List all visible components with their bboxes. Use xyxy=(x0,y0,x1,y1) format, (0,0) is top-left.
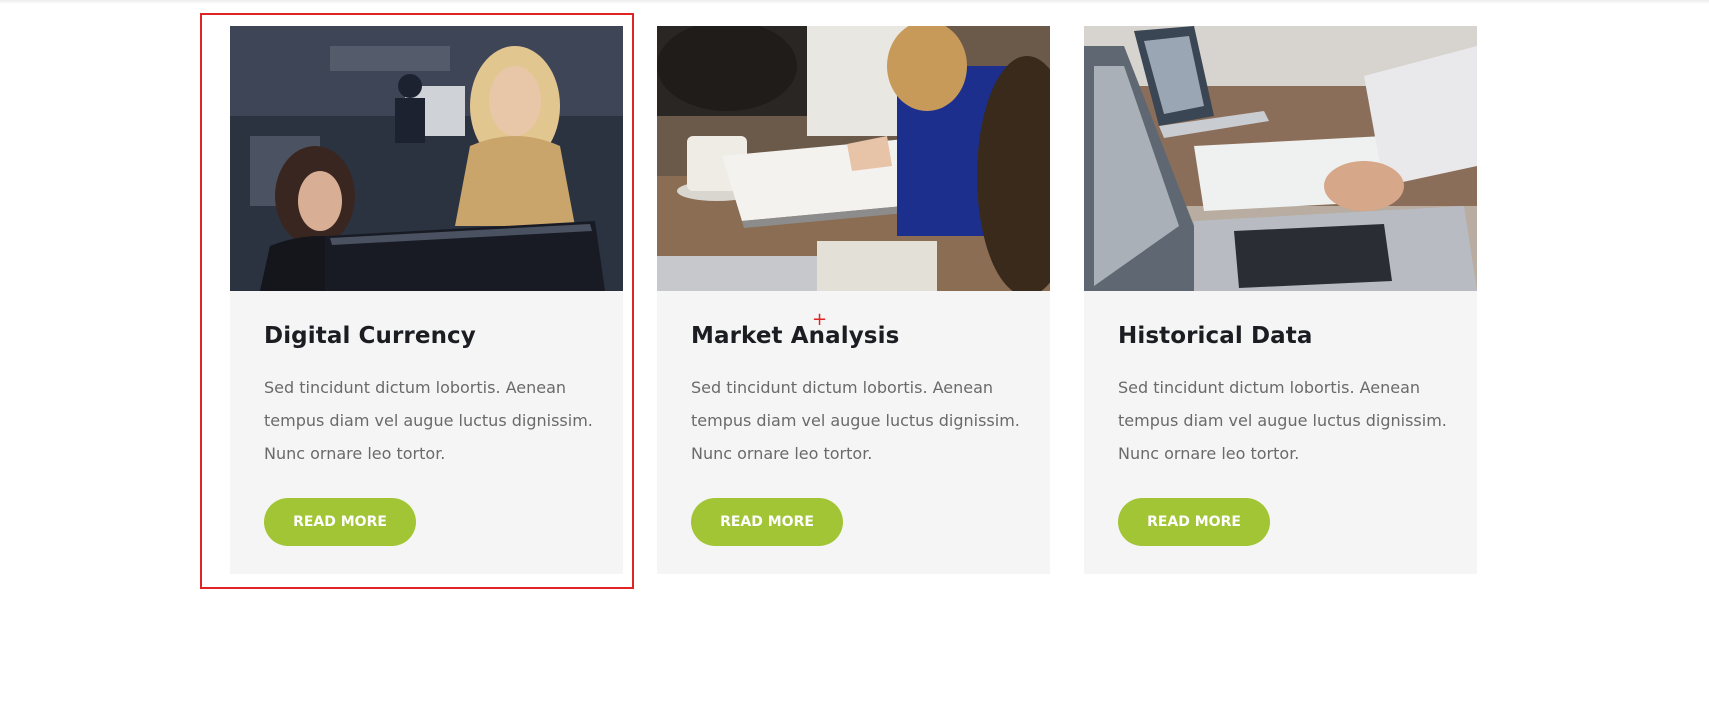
header-shadow xyxy=(0,0,1709,4)
card-image xyxy=(657,26,1050,291)
card-title: Historical Data xyxy=(1118,323,1313,349)
card-historical-data: Historical Data Sed tincidunt dictum lob… xyxy=(1084,26,1477,574)
card-title: Market Analysis xyxy=(691,323,900,349)
selection-highlight xyxy=(200,13,634,589)
cursor-crosshair-icon: + xyxy=(812,309,828,330)
read-more-button[interactable]: READ MORE xyxy=(691,498,843,546)
card-body: Market Analysis Sed tincidunt dictum lob… xyxy=(657,291,1050,546)
card-image xyxy=(1084,26,1477,291)
card-description: Sed tincidunt dictum lobortis. Aenean te… xyxy=(691,378,1020,463)
card-body: Historical Data Sed tincidunt dictum lob… xyxy=(1084,291,1477,546)
photo-laptops-charts xyxy=(1084,26,1477,291)
photo-writing-notes xyxy=(657,26,1050,291)
read-more-button[interactable]: READ MORE xyxy=(1118,498,1270,546)
card-market-analysis: Market Analysis Sed tincidunt dictum lob… xyxy=(657,26,1050,574)
card-description: Sed tincidunt dictum lobortis. Aenean te… xyxy=(1118,378,1447,463)
